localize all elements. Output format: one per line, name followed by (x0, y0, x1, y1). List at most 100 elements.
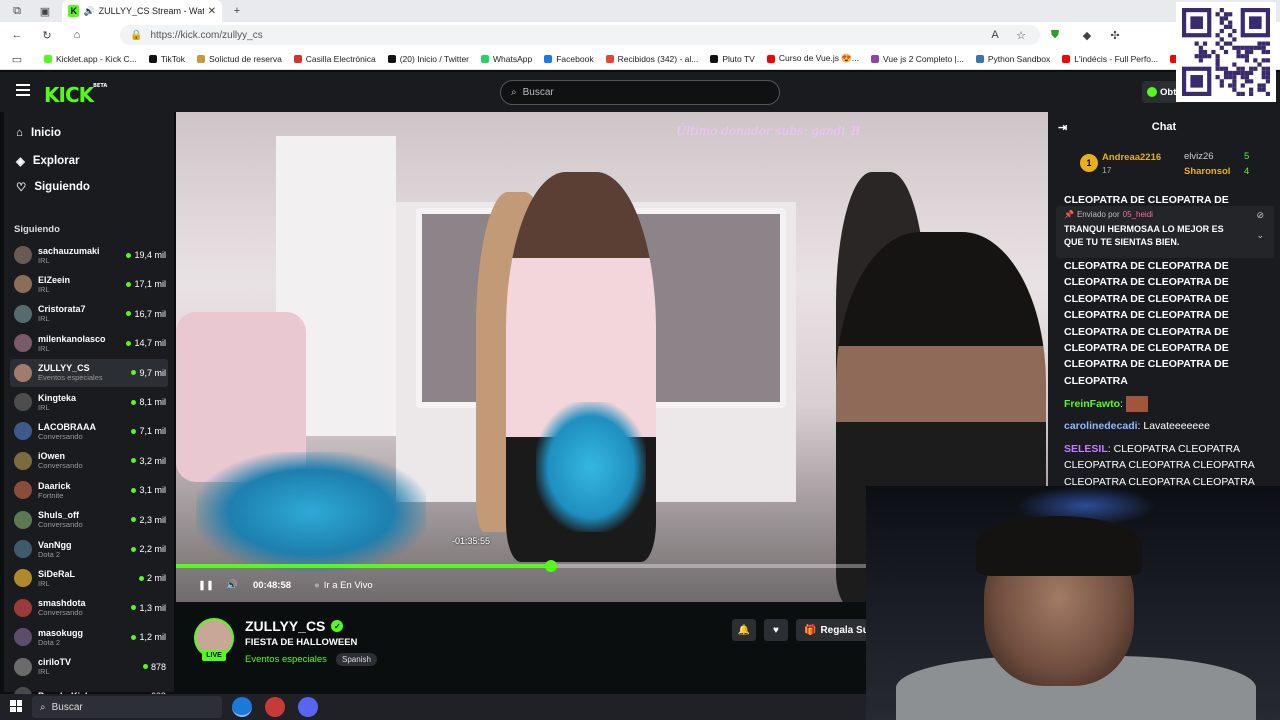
sidebar-channel-item[interactable]: Shuls_off Conversando 2,3 mil (10, 506, 168, 534)
channel-meta: Daarick Fortnite (38, 481, 116, 500)
kick-logo[interactable]: KICKBETA (44, 83, 107, 107)
close-tab-icon[interactable]: ✕ (208, 6, 216, 17)
tab-active[interactable]: K 🔊 ZULLYY_CS Stream - Watch Liv ✕ (62, 0, 222, 22)
windows-start-icon[interactable] (10, 700, 22, 712)
bookmark-item[interactable]: L'indécis - Full Perfo... (1056, 54, 1164, 64)
sidebar-channel-item[interactable]: ElZeein IRL 17,1 mil (10, 270, 168, 298)
discord-icon[interactable] (298, 697, 318, 717)
stream-category[interactable]: Eventos especiales (245, 654, 327, 665)
bookmark-item[interactable]: TikTok (143, 54, 191, 64)
sidebar-channel-item[interactable]: milenkanolasco IRL 14,7 mil (10, 329, 168, 357)
back-icon[interactable]: ← (10, 28, 24, 42)
pinned-by-label: Enviado por (1076, 210, 1120, 219)
heart-icon: ♡ (16, 182, 27, 194)
pinned-by-user[interactable]: 05_heidi (1123, 210, 1153, 219)
time-display: 00:48:58 (253, 580, 292, 591)
bookmark-item[interactable]: Solictud de reserva (191, 54, 288, 64)
sidebar-channel-item[interactable]: ZULLYY_CS Eventos especiales 9,7 mil (10, 358, 168, 387)
bookmark-item[interactable]: Curso de Vue.js 😍... (761, 53, 865, 64)
bookmark-item[interactable]: Python Sandbox (970, 54, 1056, 64)
viewer-count: 16,7 mil (126, 309, 166, 319)
logo-text: KICK (44, 83, 94, 107)
chat-title: Chat (1151, 121, 1177, 133)
nav-explorar[interactable]: ◈ Explorar (16, 154, 80, 168)
taskbar-search[interactable]: ⌕ Buscar (32, 696, 222, 718)
extension-shield-icon[interactable]: ⛊ (1048, 28, 1062, 42)
tab-actions-icon[interactable]: ▣ (38, 4, 52, 18)
seek-handle[interactable] (544, 560, 557, 572)
extension-icon[interactable]: ◆ (1080, 28, 1094, 42)
channel-name: milenkanolasco (38, 333, 106, 344)
go-live-button[interactable]: ● Ir a En Vivo (314, 580, 373, 591)
bookmarks-menu-icon[interactable]: ▭ (10, 52, 24, 66)
menu-icon[interactable] (16, 84, 30, 96)
chat-username[interactable]: FreinFawto (1064, 398, 1120, 410)
search-input[interactable]: ⌕ Buscar (500, 80, 780, 105)
nav-inicio[interactable]: ⌂ Inicio (16, 127, 61, 139)
workspaces-icon[interactable]: ⧉ (10, 4, 24, 18)
collapse-chat-icon[interactable]: ⇥ (1058, 121, 1067, 134)
sidebar-channel-item[interactable]: Cristorata7 IRL 16,7 mil (10, 300, 168, 328)
viewer-count: 3,1 mil (131, 485, 166, 495)
volume-button[interactable]: 🔊 (226, 580, 238, 591)
bookmark-item[interactable]: Pluto TV (704, 54, 760, 64)
favorite-star-icon[interactable]: ☆ (1014, 28, 1028, 42)
channel-category: Conversando (38, 431, 83, 441)
chat-username[interactable]: carolinedecadi (1064, 420, 1138, 432)
gift-subs-button[interactable]: 🎁 Regala Su (796, 619, 876, 641)
seek-progress (176, 564, 551, 568)
live-badge: LIVE (202, 650, 226, 661)
notification-button[interactable]: 🔔 (732, 619, 756, 641)
sidebar-channel-item[interactable]: sachauzumaki IRL 19,4 mil (10, 241, 168, 269)
pause-button[interactable]: ❚❚ (198, 580, 214, 591)
language-tag[interactable]: Spanish (336, 653, 377, 666)
expand-pinned-icon[interactable]: ⌄ (1256, 230, 1264, 241)
url-field[interactable]: 🔒 https://kick.com/zullyy_cs (120, 25, 1040, 45)
sidebar-channel-item[interactable]: LACOBRAAA Conversando 7,1 mil (10, 417, 168, 445)
top-gifter-name[interactable]: Andreaa2216 (1102, 152, 1161, 163)
third-gifter-name[interactable]: Sharonsol (1184, 166, 1230, 177)
sidebar-channel-item[interactable]: Kingteka IRL 8,1 mil (10, 388, 168, 416)
volume-icon: 🔊 (226, 580, 238, 591)
channel-meta: ElZeein IRL (38, 275, 116, 294)
nav-siguiendo[interactable]: ♡ Siguiendo (16, 180, 90, 194)
sidebar-channel-item[interactable]: Daarick Fortnite 3,1 mil (10, 476, 168, 504)
extensions-puzzle-icon[interactable]: ✣ (1108, 28, 1122, 42)
bookmark-favicon-icon (481, 54, 490, 63)
second-gifter-name[interactable]: elviz26 (1184, 151, 1214, 162)
bookmark-item[interactable]: Facebook (538, 54, 599, 64)
bookmark-item[interactable]: Recibidos (342) - al... (600, 54, 705, 64)
bookmark-item[interactable]: (20) Inicio / Twitter (382, 54, 475, 64)
new-tab-icon[interactable]: + (230, 4, 244, 18)
bookmark-item[interactable]: Kicklet.app - Kick C... (38, 54, 143, 64)
chat-text: Lavateeeeeee (1143, 420, 1210, 432)
sidebar-channel-item[interactable]: masokugg Dota 2 1,2 mil (10, 623, 168, 651)
sidebar-channel-item[interactable]: SiDeRaL IRL 2 mil (10, 564, 168, 592)
sidebar-channel-item[interactable]: smashdota Conversando 1,3 mil (10, 594, 168, 622)
streamer-name[interactable]: ZULLYY_CS (245, 618, 325, 634)
channel-category: Conversando (38, 520, 83, 530)
edge-browser-icon[interactable] (232, 697, 252, 717)
reload-icon[interactable]: ↻ (40, 28, 54, 42)
follow-button[interactable]: ♥ (764, 619, 788, 641)
sidebar-channel-item[interactable]: iOwen Conversando 3,2 mil (10, 447, 168, 475)
channel-name: LACOBRAAA (38, 421, 96, 432)
sidebar-channel-item[interactable]: VanNgg Dota 2 2,2 mil (10, 535, 168, 563)
avatar (14, 657, 32, 676)
chat-username[interactable]: SELESIL (1064, 443, 1108, 455)
sidebar-channel-item[interactable]: ciriloTV IRL 878 (10, 653, 168, 681)
unpin-icon[interactable]: ⊘ (1256, 210, 1264, 221)
bookmark-favicon-icon (605, 54, 614, 63)
chat-message-partial: CLEOPATRA DE CLEOPATRA DE (1064, 194, 1229, 206)
home-browser-icon[interactable]: ⌂ (70, 28, 84, 42)
bookmark-favicon-icon (387, 54, 396, 63)
channel-name: Daarick (38, 480, 71, 491)
bookmark-item[interactable]: Vue js 2 Completo |... (865, 54, 970, 64)
read-aloud-icon[interactable]: A (988, 28, 1002, 42)
bookmark-item[interactable]: Casilla Electrónica (288, 54, 382, 64)
obs-icon[interactable] (265, 697, 285, 717)
channel-name: sachauzumaki (38, 245, 100, 256)
channel-meta: Cristorata7 IRL (38, 304, 116, 323)
viewer-count: 1,3 mil (131, 603, 166, 613)
bookmark-item[interactable]: WhatsApp (475, 54, 538, 64)
